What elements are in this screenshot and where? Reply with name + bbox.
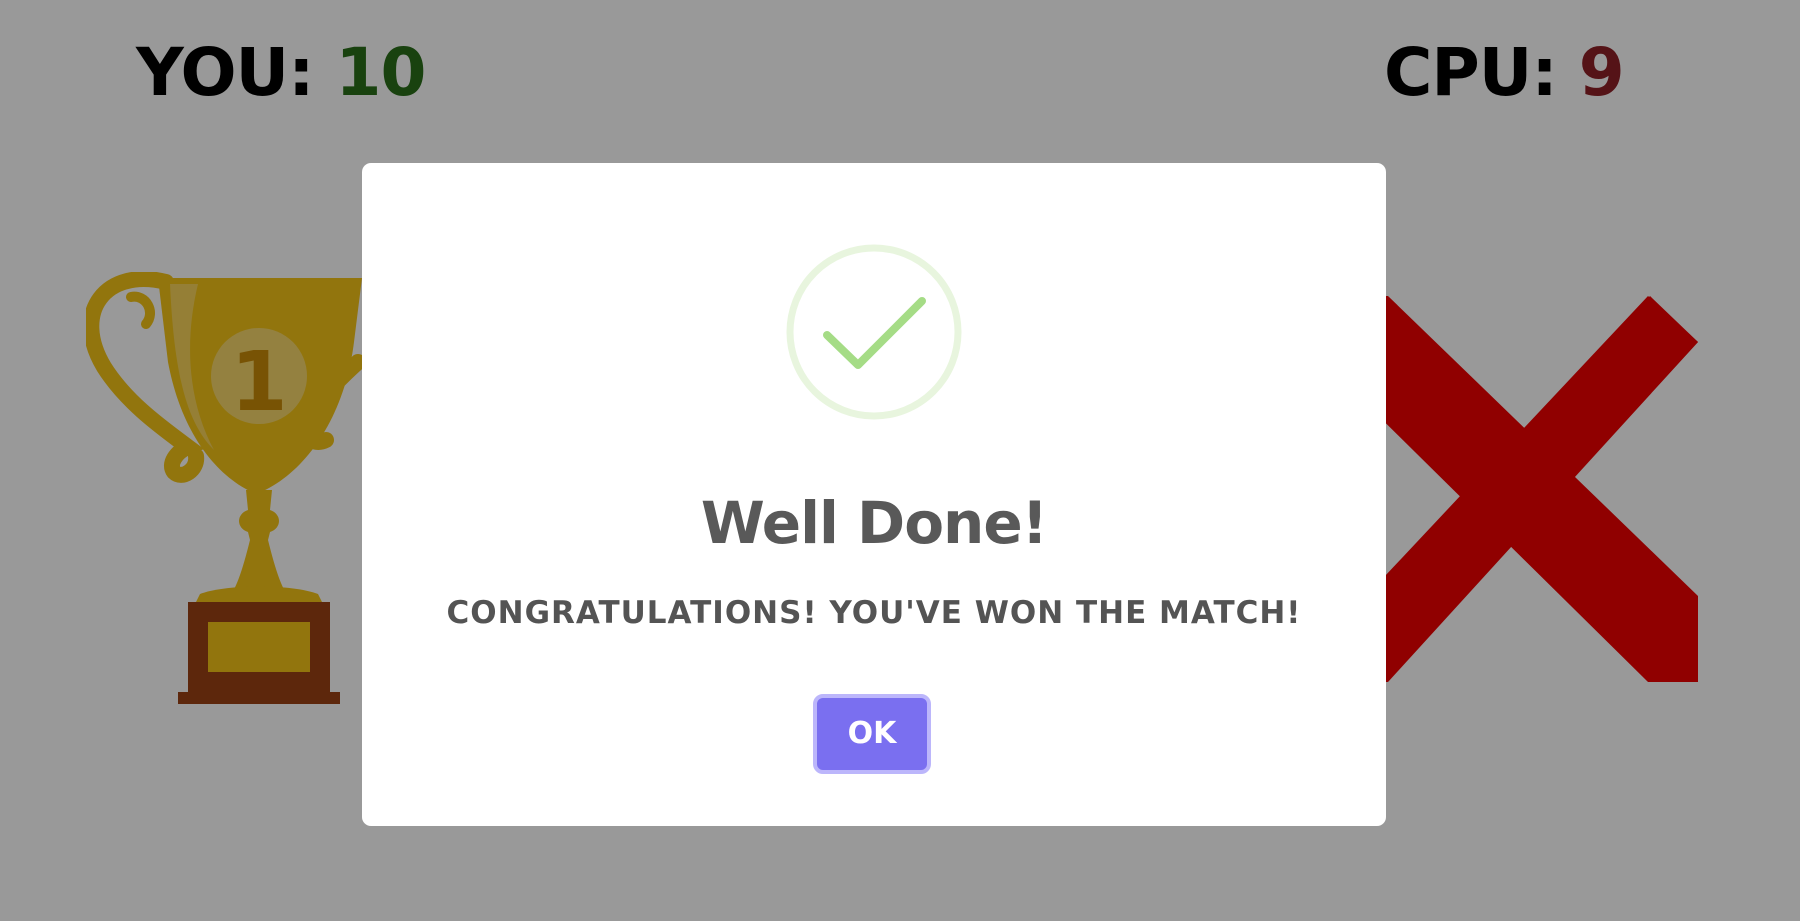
ok-button[interactable]: OK: [813, 694, 931, 774]
dialog-title: Well Done!: [700, 489, 1048, 557]
result-dialog: Well Done! CONGRATULATIONS! YOU'VE WON T…: [362, 163, 1386, 826]
ok-button-label: OK: [847, 716, 897, 751]
dialog-message: CONGRATULATIONS! YOU'VE WON THE MATCH!: [446, 595, 1302, 631]
checkmark-circle-icon: [786, 244, 962, 420]
game-stage: YOU: 10 CPU: 9 1 Well Done! CONGRATULATI…: [0, 0, 1800, 921]
